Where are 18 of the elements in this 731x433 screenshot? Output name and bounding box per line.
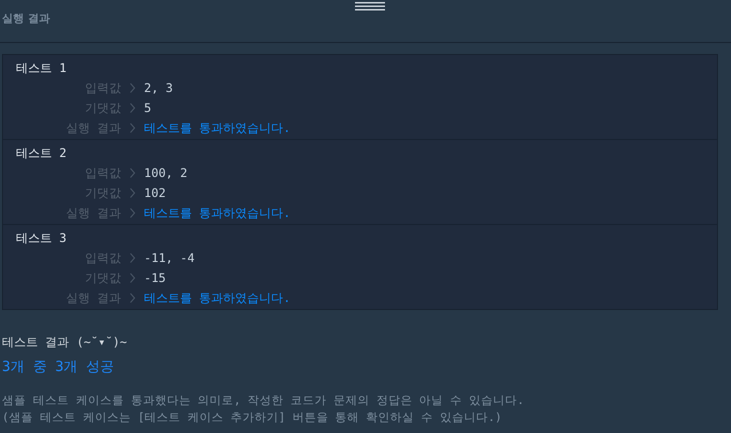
row-value: 100, 2	[144, 166, 188, 180]
test-title: 테스트 1	[16, 60, 68, 77]
row-value: 2, 3	[144, 81, 173, 95]
test-title: 테스트 2	[16, 145, 68, 162]
summary-heading: 테스트 결과 (~˘▾˘)~	[2, 334, 128, 351]
note-text: 샘플 테스트 케이스를 통과했다는 의미로, 작성한 코드가 문제의 정답은 아닐 수 있습니다.	[2, 392, 526, 409]
panel-title: 실행 결과	[2, 11, 50, 26]
row-value: 5	[144, 101, 152, 115]
result-message: 테스트를 통과하였습니다.	[144, 290, 290, 306]
row-value: 102	[144, 186, 166, 200]
test-title: 테스트 3	[16, 230, 68, 247]
drag-handle-icon[interactable]	[355, 2, 385, 11]
row-value: -11, -4	[144, 251, 195, 265]
score-text: 3개 중 3개 성공	[2, 358, 116, 377]
note-text: (샘플 테스트 케이스는 [테스트 케이스 추가하기] 버튼을 통해 확인하실 수 있습니다.)	[2, 409, 503, 426]
result-message: 테스트를 통과하였습니다.	[144, 204, 290, 222]
row-value: -15	[144, 271, 166, 285]
result-message: 테스트를 통과하였습니다.	[144, 120, 290, 136]
